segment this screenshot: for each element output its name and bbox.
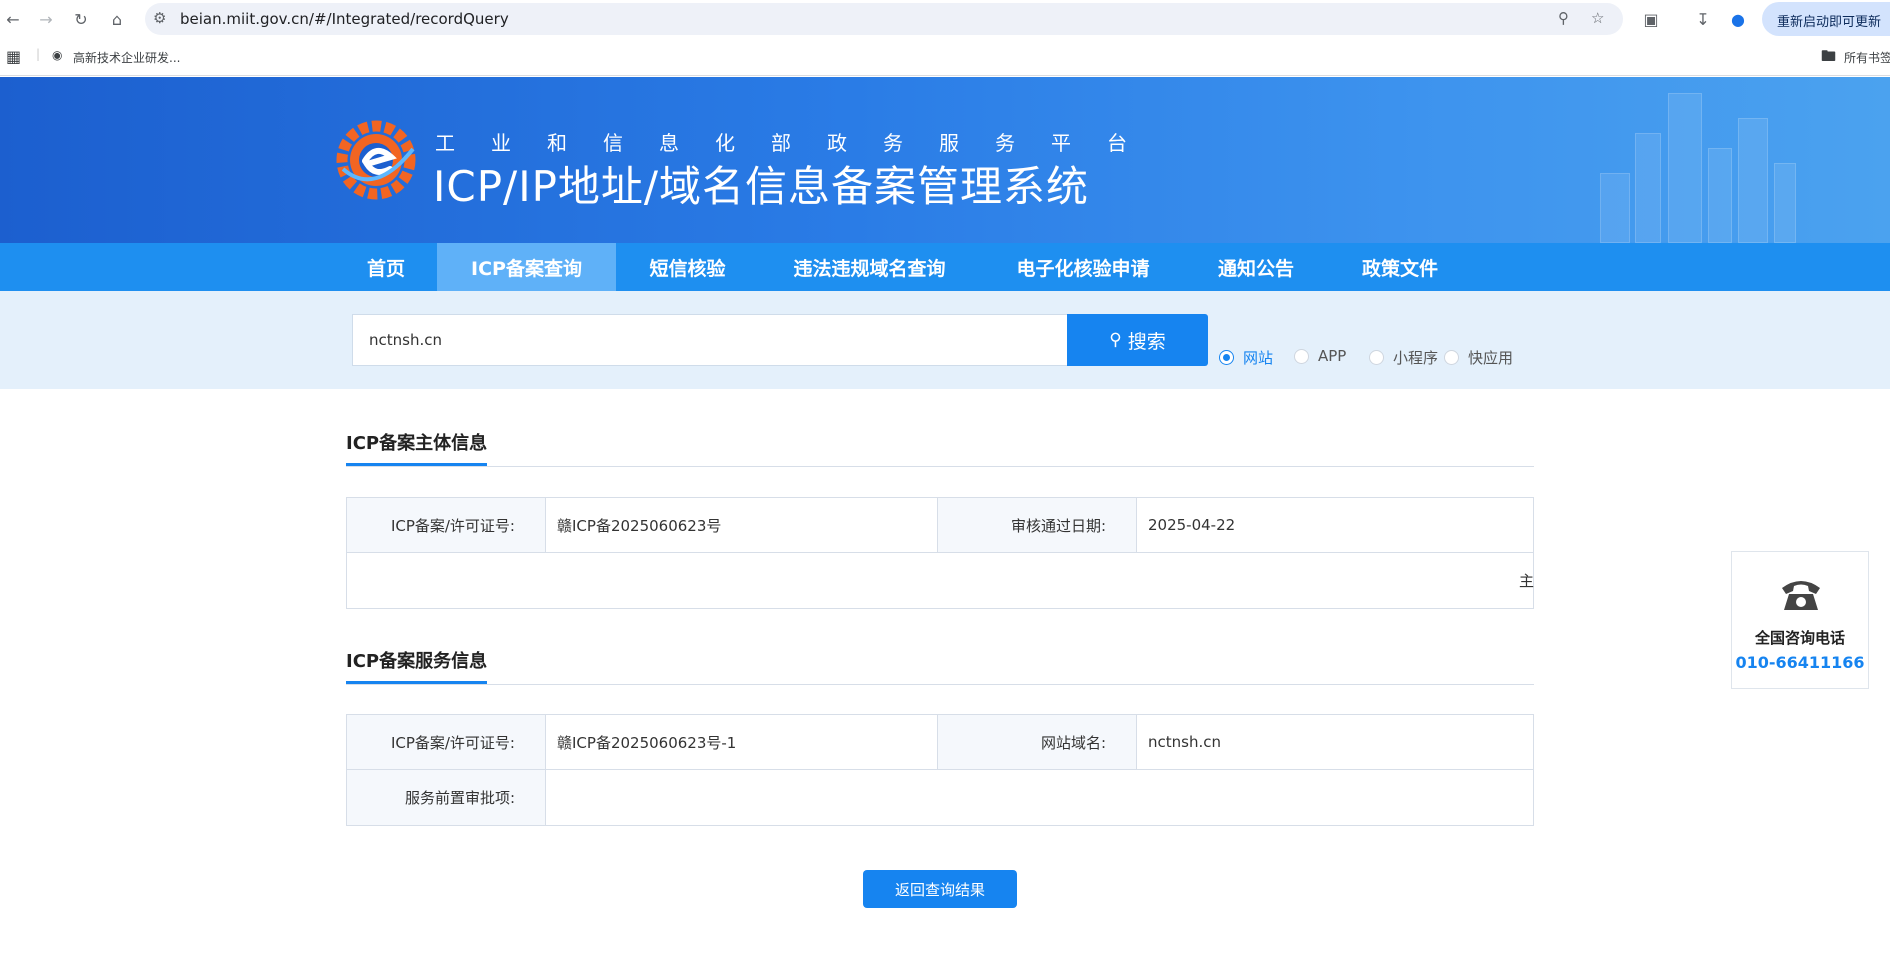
license-value: 赣ICP备2025060623号 xyxy=(546,498,938,552)
folder-icon: 🖿 xyxy=(1821,47,1837,65)
domain-label: 网站域名: xyxy=(938,715,1137,769)
radio-mini-program[interactable]: 小程序 xyxy=(1369,347,1438,368)
extensions-icon[interactable]: ▣ xyxy=(1638,6,1664,32)
consult-label: 全国咨询电话 xyxy=(1754,629,1845,647)
miit-logo-icon xyxy=(336,120,416,200)
approval-date-value: 2025-04-22 xyxy=(1148,516,1236,534)
bookmarks-bar: ▦ | ◉ 高新技术企业研发... 🖿 所有书签 xyxy=(0,38,1890,76)
radio-dot xyxy=(1219,350,1234,365)
radio-mini-program-label: 小程序 xyxy=(1393,349,1439,367)
city-skyline-decoration xyxy=(1590,93,1810,243)
back-to-results-button[interactable]: 返回查询结果 xyxy=(863,870,1017,908)
license-label: ICP备案/许可证号: xyxy=(347,498,546,552)
approval-date-label: 审核通过日期: xyxy=(938,498,1137,552)
search-area: ⚲ 搜索 网站 APP 小程序 快应用 xyxy=(0,291,1890,389)
consult-phone-number: 010-66411166 xyxy=(1735,653,1865,672)
radio-quick-app-label: 快应用 xyxy=(1468,349,1514,367)
service-info-title: ICP备案服务信息 xyxy=(346,647,488,684)
system-title: ICP/IP地址/域名信息备案管理系统 xyxy=(433,162,1090,211)
radio-dot xyxy=(1444,350,1459,365)
all-bookmarks-link[interactable]: 所有书签 xyxy=(1844,49,1890,66)
forward-arrow-icon[interactable]: → xyxy=(33,6,59,32)
nav-e-verify-apply[interactable]: 电子化核验申请 xyxy=(1004,243,1162,291)
service-license-value: 赣ICP备2025060623号-1 xyxy=(546,715,938,769)
back-arrow-icon[interactable]: ← xyxy=(0,6,26,32)
profile-icon[interactable]: ● xyxy=(1725,6,1751,32)
restart-update-button[interactable]: 重新启动即可更新 ⋮ xyxy=(1762,2,1890,36)
home-icon[interactable]: ⌂ xyxy=(104,6,130,32)
radio-website[interactable]: 网站 xyxy=(1219,347,1273,368)
nav-sms-verify[interactable]: 短信核验 xyxy=(636,243,739,291)
radio-app-label: APP xyxy=(1318,347,1347,365)
pre-approval-value xyxy=(546,770,1533,825)
service-info-header: ICP备案服务信息 xyxy=(346,635,1534,685)
radio-dot xyxy=(1369,350,1384,365)
service-license-label: ICP备案/许可证号: xyxy=(347,715,546,769)
radio-app[interactable]: APP xyxy=(1294,347,1346,365)
table-row: 主 xyxy=(347,553,1534,608)
nav-notices[interactable]: 通知公告 xyxy=(1206,243,1306,291)
subject-info-table: ICP备案/许可证号: 赣ICP备2025060623号 审核通过日期: 202… xyxy=(346,497,1534,609)
subject-info-header: ICP备案主体信息 xyxy=(346,417,1534,467)
subject-info-title: ICP备案主体信息 xyxy=(346,429,488,466)
domain-value: nctnsh.cn xyxy=(1148,733,1221,751)
apps-grid-icon[interactable]: ▦ xyxy=(6,47,21,66)
site-banner: 工业和信息化部政务服务平台 ICP/IP地址/域名信息备案管理系统 xyxy=(0,77,1890,243)
subject-detail-cell: 主 xyxy=(347,553,1534,608)
consult-hotline-widget[interactable]: 全国咨询电话 010-66411166 xyxy=(1731,551,1869,689)
reload-icon[interactable]: ↻ xyxy=(68,6,94,32)
bookmark-globe-icon: ◉ xyxy=(52,48,63,62)
platform-subtitle: 工业和信息化部政务服务平台 xyxy=(435,131,1163,155)
radio-dot xyxy=(1294,348,1309,364)
address-bar[interactable]: ⚙ beian.miit.gov.cn/#/Integrated/recordQ… xyxy=(145,3,1623,35)
table-row: 服务前置审批项: xyxy=(347,770,1533,825)
pre-approval-label: 服务前置审批项: xyxy=(347,770,546,825)
radio-quick-app[interactable]: 快应用 xyxy=(1444,347,1513,368)
table-row: ICP备案/许可证号: 赣ICP备2025060623号 审核通过日期: 202… xyxy=(347,498,1533,553)
radio-website-label: 网站 xyxy=(1243,349,1274,367)
address-url: beian.miit.gov.cn/#/Integrated/recordQue… xyxy=(180,10,509,28)
nav-illegal-domain-query[interactable]: 违法违规域名查询 xyxy=(782,243,957,291)
service-info-table: ICP备案/许可证号: 赣ICP备2025060623号-1 网站域名: nct… xyxy=(346,714,1534,826)
search-button[interactable]: ⚲ 搜索 xyxy=(1067,314,1208,366)
nav-home[interactable]: 首页 xyxy=(347,243,425,291)
bookmark-divider: | xyxy=(36,47,41,61)
search-icon: ⚲ xyxy=(1109,330,1122,350)
restart-update-label: 重新启动即可更新 xyxy=(1777,15,1882,30)
telephone-icon xyxy=(1782,581,1820,610)
main-navigation: 首页 ICP备案查询 短信核验 违法违规域名查询 电子化核验申请 通知公告 政策… xyxy=(0,243,1890,291)
nav-policy-docs[interactable]: 政策文件 xyxy=(1350,243,1450,291)
nav-icp-query[interactable]: ICP备案查询 xyxy=(437,243,616,291)
zoom-icon[interactable]: ⚲ xyxy=(1558,9,1569,27)
table-row: ICP备案/许可证号: 赣ICP备2025060623号-1 网站域名: nct… xyxy=(347,715,1533,770)
search-button-label: 搜索 xyxy=(1127,330,1166,353)
site-info-icon[interactable]: ⚙ xyxy=(153,9,166,27)
clipped-text: 主 xyxy=(1518,572,1534,590)
search-input[interactable] xyxy=(352,314,1068,366)
download-icon[interactable]: ↧ xyxy=(1690,6,1716,32)
bookmark-item[interactable]: 高新技术企业研发... xyxy=(73,49,180,66)
browser-toolbar: ← → ↻ ⌂ ⚙ beian.miit.gov.cn/#/Integrated… xyxy=(0,0,1890,38)
bookmark-star-icon[interactable]: ☆ xyxy=(1591,9,1604,27)
